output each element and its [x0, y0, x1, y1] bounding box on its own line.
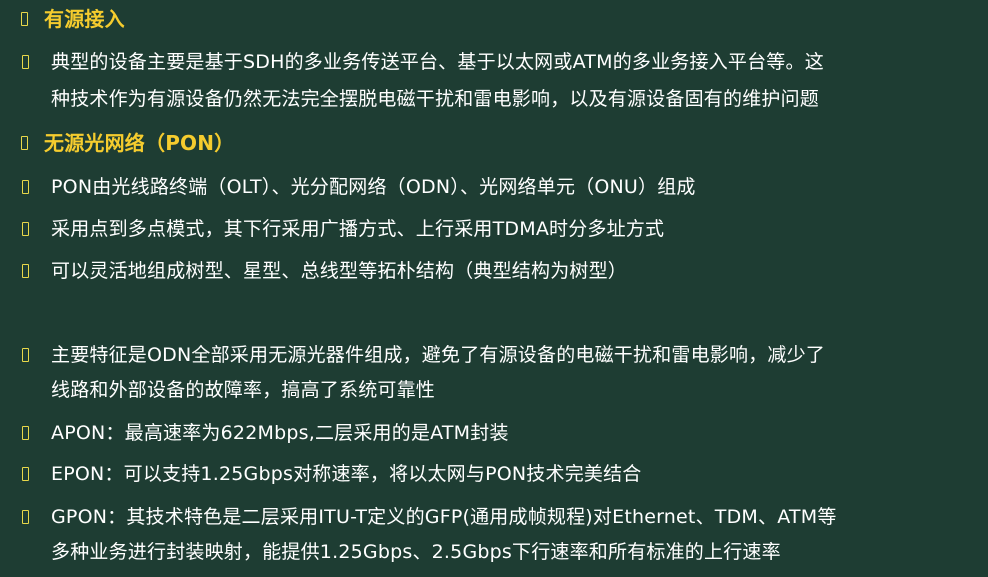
- bullet-icon: [21, 136, 28, 150]
- list-item-p2mp-mode: 采用点到多点模式，其下行采用广播方式、上行采用TDMA时分多址方式: [0, 217, 988, 241]
- slide: 有源接入 典型的设备主要是基于SDH的多业务传送平台、基于以太网或ATM的多业务…: [0, 0, 988, 577]
- item-text-line2: 线路和外部设备的故障率，搞高了系统可靠性: [51, 379, 436, 401]
- bullet-icon: [22, 264, 29, 278]
- bullet-icon: [22, 55, 29, 69]
- bullet-icon: [22, 510, 29, 524]
- section-heading-pon: 无源光网络（PON）: [0, 131, 988, 155]
- item-text-line2: 种技术作为有源设备仍然无法完全摆脱电磁干扰和雷电影响，以及有源设备固有的维护问题: [51, 88, 820, 110]
- item-text-line1: 采用点到多点模式，其下行采用广播方式、上行采用TDMA时分多址方式: [51, 218, 665, 240]
- item-text-line1: 典型的设备主要是基于SDH的多业务传送平台、基于以太网或ATM的多业务接入平台等…: [51, 51, 824, 73]
- item-text-line1: PON由光线路终端（OLT）、光分配网络（ODN）、光网络单元（ONU）组成: [51, 176, 696, 198]
- item-text-line1: EPON：可以支持1.25Gbps对称速率，将以太网与PON技术完美结合: [51, 463, 642, 485]
- bullet-icon: [22, 467, 29, 481]
- heading-text: 无源光网络（PON）: [44, 131, 235, 155]
- item-text-line1: 可以灵活地组成树型、星型、总线型等拓朴结构（典型结构为树型）: [51, 260, 628, 282]
- list-item-gpon: GPON：其技术特色是二层采用ITU-T定义的GFP(通用成帧规程)对Ether…: [0, 505, 988, 565]
- heading-text: 有源接入: [44, 7, 125, 31]
- list-item-main-features: 主要特征是ODN全部采用无源光器件组成，避免了有源设备的电磁干扰和雷电影响，减少…: [0, 343, 988, 403]
- bullet-icon: [22, 426, 29, 440]
- list-item-pon-composition: PON由光线路终端（OLT）、光分配网络（ODN）、光网络单元（ONU）组成: [0, 175, 988, 199]
- list-item-typical-devices: 典型的设备主要是基于SDH的多业务传送平台、基于以太网或ATM的多业务接入平台等…: [0, 50, 988, 110]
- list-item-topology: 可以灵活地组成树型、星型、总线型等拓朴结构（典型结构为树型）: [0, 259, 988, 283]
- item-text-line2: 多种业务进行封装映射，能提供1.25Gbps、2.5Gbps下行速率和所有标准的…: [51, 541, 781, 563]
- list-item-epon: EPON：可以支持1.25Gbps对称速率，将以太网与PON技术完美结合: [0, 462, 988, 486]
- item-text-line1: GPON：其技术特色是二层采用ITU-T定义的GFP(通用成帧规程)对Ether…: [51, 506, 837, 528]
- list-item-apon: APON：最高速率为622Mbps,二层采用的是ATM封装: [0, 421, 988, 445]
- item-text-line1: 主要特征是ODN全部采用无源光器件组成，避免了有源设备的电磁干扰和雷电影响，减少…: [51, 344, 826, 366]
- bullet-icon: [22, 180, 29, 194]
- bullet-icon: [22, 348, 29, 362]
- section-heading-active-access: 有源接入: [0, 7, 988, 31]
- bullet-icon: [22, 222, 29, 236]
- bullet-icon: [21, 12, 28, 26]
- item-text-line1: APON：最高速率为622Mbps,二层采用的是ATM封装: [51, 422, 509, 444]
